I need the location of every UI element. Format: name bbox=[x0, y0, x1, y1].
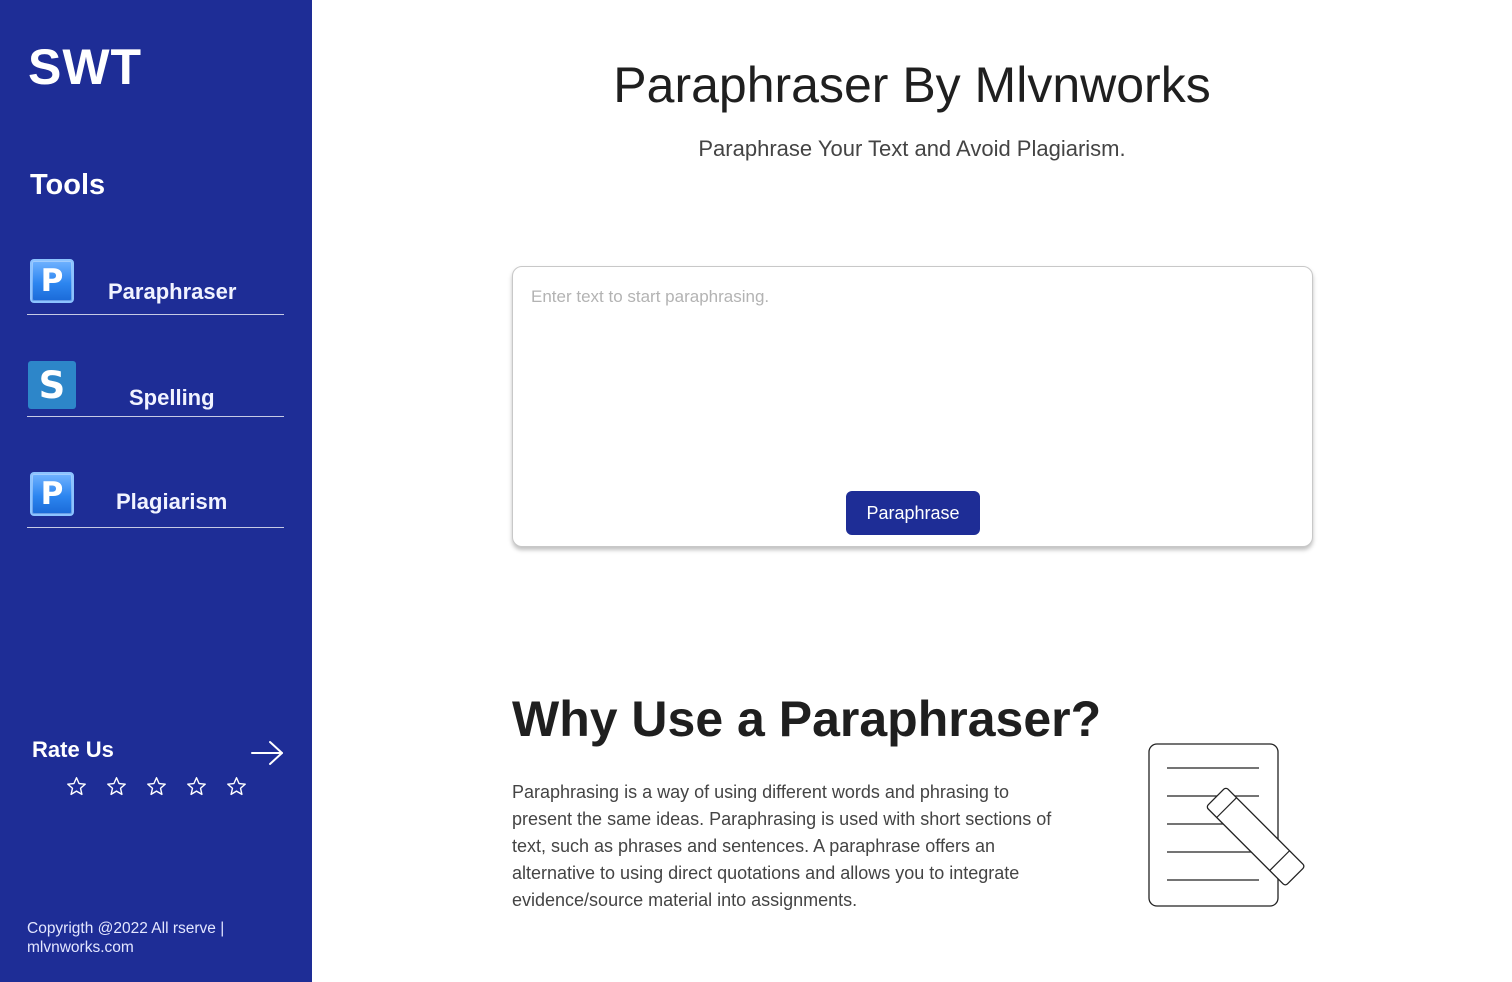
sidebar: SWT Tools P Paraphraser S Spelling P Pla… bbox=[0, 0, 312, 982]
copyright-text: Copyrigth @2022 All rserve | mlvnworks.c… bbox=[27, 920, 225, 956]
star-icon[interactable] bbox=[186, 776, 207, 797]
star-icon[interactable] bbox=[226, 776, 247, 797]
tools-heading: Tools bbox=[30, 169, 106, 201]
rating-stars bbox=[66, 776, 247, 797]
paraphrase-editor-card: Paraphrase bbox=[512, 266, 1313, 547]
paraphrase-button[interactable]: Paraphrase bbox=[846, 491, 980, 535]
sidebar-item-spelling[interactable]: S Spelling bbox=[27, 361, 284, 417]
document-pencil-icon bbox=[1148, 743, 1305, 907]
star-icon[interactable] bbox=[146, 776, 167, 797]
arrow-right-icon[interactable] bbox=[250, 738, 286, 768]
plagiarism-tile-icon: P bbox=[30, 472, 74, 516]
why-section-body: Paraphrasing is a way of using different… bbox=[512, 782, 1052, 910]
spelling-tile-icon: S bbox=[28, 361, 76, 409]
sidebar-item-plagiarism[interactable]: P Plagiarism bbox=[27, 472, 284, 528]
rate-us-title: Rate Us bbox=[32, 737, 114, 762]
page-title: Paraphraser By Mlvnworks bbox=[613, 57, 1211, 113]
sidebar-item-label: Paraphraser bbox=[108, 279, 237, 304]
brand-logo[interactable]: SWT bbox=[28, 42, 142, 92]
paraphraser-tile-icon: P bbox=[30, 259, 74, 303]
sidebar-item-label: Spelling bbox=[129, 385, 215, 410]
star-icon[interactable] bbox=[106, 776, 127, 797]
why-section-title: Why Use a Paraphraser? bbox=[512, 691, 1102, 747]
paraphrase-text-input[interactable] bbox=[531, 287, 1291, 467]
sidebar-item-paraphraser[interactable]: P Paraphraser bbox=[27, 259, 284, 315]
star-icon[interactable] bbox=[66, 776, 87, 797]
sidebar-item-label: Plagiarism bbox=[116, 489, 228, 514]
page-subtitle: Paraphrase Your Text and Avoid Plagiaris… bbox=[698, 136, 1126, 161]
